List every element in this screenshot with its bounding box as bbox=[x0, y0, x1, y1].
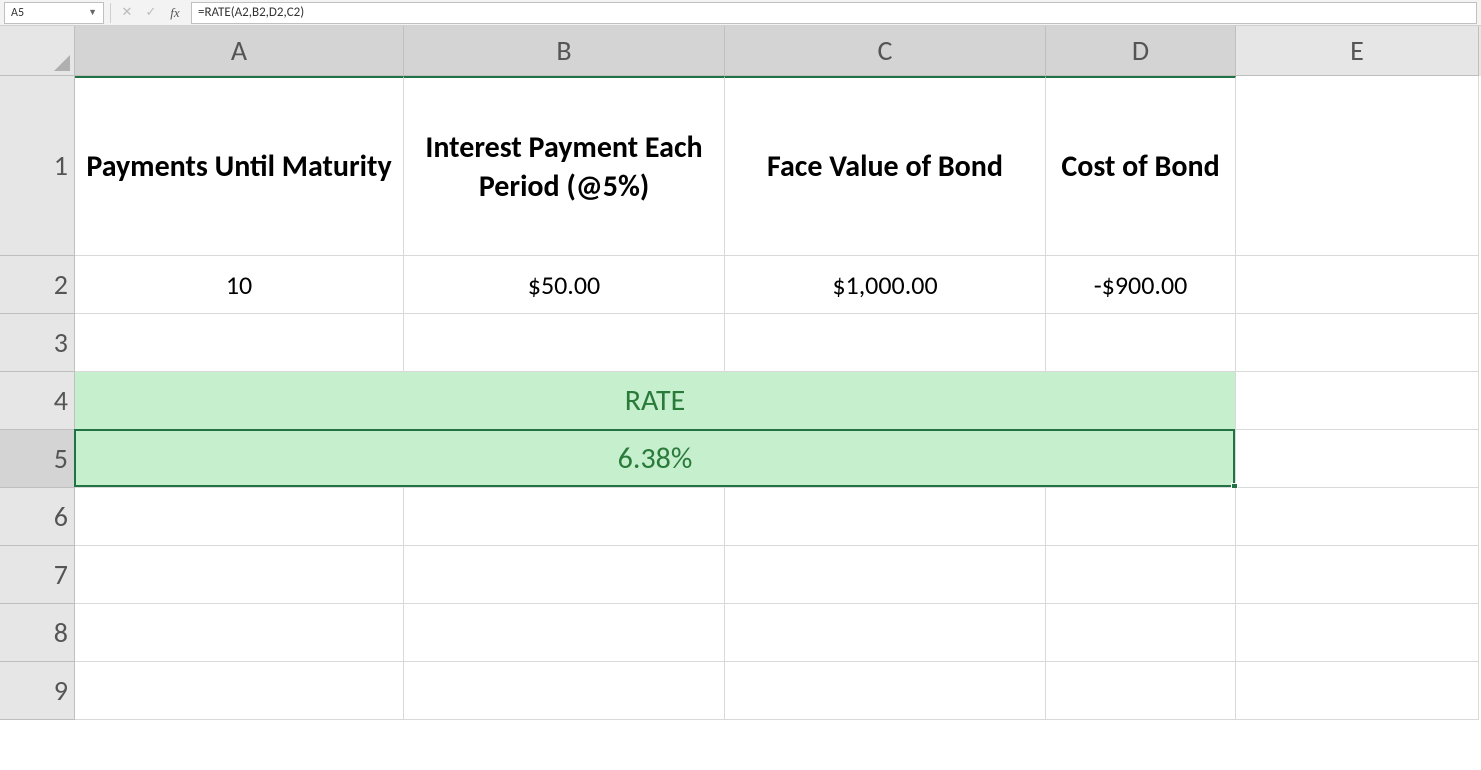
cell-a1[interactable]: Payments Until Maturity bbox=[75, 76, 404, 256]
cell-a2[interactable]: 10 bbox=[75, 256, 404, 314]
table-row bbox=[75, 488, 1481, 546]
cell-e8[interactable] bbox=[1236, 604, 1479, 662]
cell-b6[interactable] bbox=[404, 488, 725, 546]
table-row bbox=[75, 546, 1481, 604]
cell-b7[interactable] bbox=[404, 546, 725, 604]
cell-e6[interactable] bbox=[1236, 488, 1479, 546]
column-headers: A B C D E bbox=[75, 26, 1481, 76]
cell-b8[interactable] bbox=[404, 604, 725, 662]
table-row bbox=[75, 604, 1481, 662]
table-row: RATE bbox=[75, 372, 1481, 430]
cell-d8[interactable] bbox=[1046, 604, 1236, 662]
cell-a6[interactable] bbox=[75, 488, 404, 546]
cell-e3[interactable] bbox=[1236, 314, 1479, 372]
cell-e5[interactable] bbox=[1236, 430, 1479, 488]
cell-a8[interactable] bbox=[75, 604, 404, 662]
row-header-3[interactable]: 3 bbox=[0, 314, 75, 372]
column-header-b[interactable]: B bbox=[404, 26, 725, 76]
formula-bar-separator bbox=[110, 3, 111, 23]
table-row: 6.38% bbox=[75, 430, 1481, 488]
name-box[interactable]: A5 ▼ bbox=[4, 2, 104, 24]
formula-bar: A5 ▼ ✕ ✓ fx =RATE(A2,B2,D2,C2) bbox=[0, 0, 1481, 26]
name-box-dropdown-icon[interactable]: ▼ bbox=[88, 7, 97, 18]
cell-c2[interactable]: $1,000.00 bbox=[725, 256, 1046, 314]
cell-c6[interactable] bbox=[725, 488, 1046, 546]
cell-d3[interactable] bbox=[1046, 314, 1236, 372]
row-header-8[interactable]: 8 bbox=[0, 604, 75, 662]
cell-e2[interactable] bbox=[1236, 256, 1479, 314]
table-row: 10 $50.00 $1,000.00 -$900.00 bbox=[75, 256, 1481, 314]
cell-c1[interactable]: Face Value of Bond bbox=[725, 76, 1046, 256]
formula-text: =RATE(A2,B2,D2,C2) bbox=[198, 5, 304, 20]
column-header-d[interactable]: D bbox=[1046, 26, 1236, 76]
cell-d6[interactable] bbox=[1046, 488, 1236, 546]
cell-b1[interactable]: Interest Payment Each Period (@5%) bbox=[404, 76, 725, 256]
table-row: Payments Until Maturity Interest Payment… bbox=[75, 76, 1481, 256]
cell-a5-merged[interactable]: 6.38% bbox=[75, 430, 1236, 488]
table-row bbox=[75, 314, 1481, 372]
cancel-icon[interactable]: ✕ bbox=[116, 2, 138, 24]
cell-b3[interactable] bbox=[404, 314, 725, 372]
formula-input[interactable]: =RATE(A2,B2,D2,C2) bbox=[191, 2, 1477, 24]
cell-d2[interactable]: -$900.00 bbox=[1046, 256, 1236, 314]
cell-e1[interactable] bbox=[1236, 76, 1479, 256]
cell-c3[interactable] bbox=[725, 314, 1046, 372]
table-row bbox=[75, 662, 1481, 720]
cell-d1[interactable]: Cost of Bond bbox=[1046, 76, 1236, 256]
row-header-9[interactable]: 9 bbox=[0, 662, 75, 720]
cell-c9[interactable] bbox=[725, 662, 1046, 720]
row-header-7[interactable]: 7 bbox=[0, 546, 75, 604]
row-header-6[interactable]: 6 bbox=[0, 488, 75, 546]
enter-icon[interactable]: ✓ bbox=[140, 2, 162, 24]
cell-c7[interactable] bbox=[725, 546, 1046, 604]
cell-a3[interactable] bbox=[75, 314, 404, 372]
row-header-5[interactable]: 5 bbox=[0, 430, 75, 488]
cell-b2[interactable]: $50.00 bbox=[404, 256, 725, 314]
column-header-c[interactable]: C bbox=[725, 26, 1046, 76]
name-box-text: A5 bbox=[11, 6, 88, 20]
cell-a4-merged[interactable]: RATE bbox=[75, 372, 1236, 430]
cell-e4[interactable] bbox=[1236, 372, 1479, 430]
cell-e9[interactable] bbox=[1236, 662, 1479, 720]
cell-d9[interactable] bbox=[1046, 662, 1236, 720]
cell-a9[interactable] bbox=[75, 662, 404, 720]
row-header-1[interactable]: 1 bbox=[0, 76, 75, 256]
row-header-4[interactable]: 4 bbox=[0, 372, 75, 430]
select-all-corner[interactable] bbox=[0, 26, 75, 76]
cell-a7[interactable] bbox=[75, 546, 404, 604]
column-header-a[interactable]: A bbox=[75, 26, 404, 76]
cells-area: Payments Until Maturity Interest Payment… bbox=[75, 76, 1481, 720]
column-header-e[interactable]: E bbox=[1236, 26, 1479, 76]
cell-d7[interactable] bbox=[1046, 546, 1236, 604]
cell-e7[interactable] bbox=[1236, 546, 1479, 604]
cell-b9[interactable] bbox=[404, 662, 725, 720]
row-header-2[interactable]: 2 bbox=[0, 256, 75, 314]
row-headers: 1 2 3 4 5 6 7 8 9 bbox=[0, 76, 75, 720]
cell-c8[interactable] bbox=[725, 604, 1046, 662]
fx-icon[interactable]: fx bbox=[164, 2, 186, 24]
